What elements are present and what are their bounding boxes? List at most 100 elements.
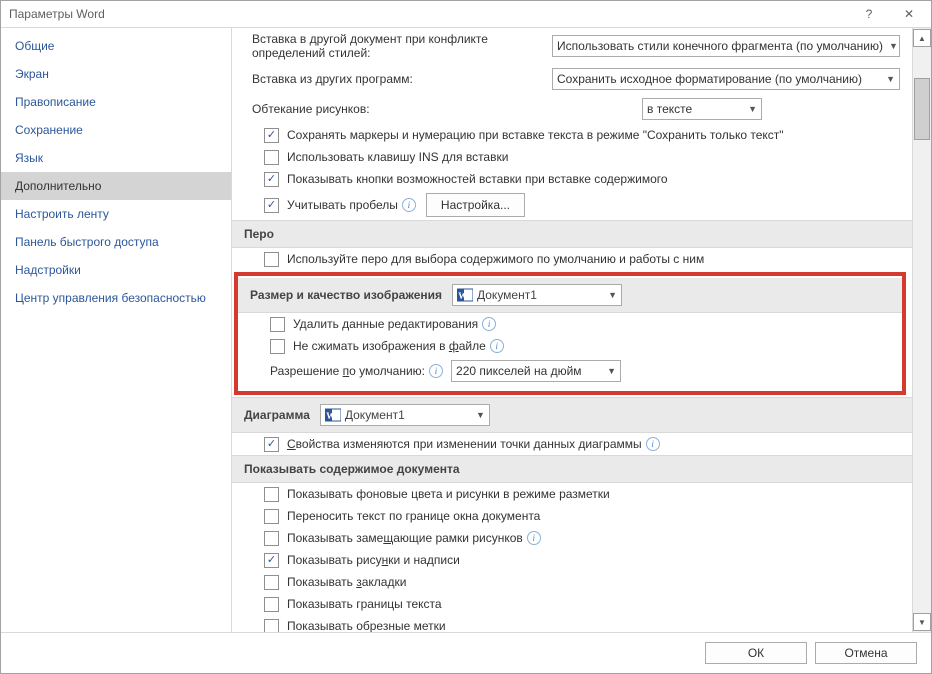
default-res-label: Разрешение по умолчанию: — [270, 363, 425, 379]
bookmarks-row: Показывать закладки — [232, 571, 912, 593]
image-header: Размер и качество изображения W Документ… — [238, 278, 902, 313]
chevron-down-icon: ▼ — [601, 363, 616, 379]
chevron-down-icon: ▼ — [883, 41, 898, 51]
content-wrap: Вставка в другой документ при конфликте … — [232, 28, 931, 632]
chart-doc-value: Документ1 — [345, 408, 405, 422]
paste-buttons-row: Показывать кнопки возможностей вставки п… — [232, 168, 912, 190]
show-bg-checkbox[interactable] — [264, 487, 279, 502]
scroll-down-button[interactable]: ▼ — [913, 613, 931, 631]
drawings-checkbox[interactable] — [264, 553, 279, 568]
cancel-button[interactable]: Отмена — [815, 642, 917, 664]
info-icon: i — [527, 531, 541, 545]
show-header: Показывать содержимое документа — [232, 455, 912, 483]
ins-key-checkbox[interactable] — [264, 150, 279, 165]
scroll-track[interactable] — [914, 48, 930, 612]
image-header-label: Размер и качество изображения — [250, 288, 442, 302]
crop-marks-label: Показывать обрезные метки — [287, 618, 446, 632]
wrap-text-checkbox[interactable] — [264, 509, 279, 524]
paste-other-select[interactable]: Сохранить исходное форматирование (по ум… — [552, 68, 900, 90]
placeholder-checkbox[interactable] — [264, 531, 279, 546]
nav-language[interactable]: Язык — [1, 144, 231, 172]
crop-marks-row: Показывать обрезные метки — [232, 615, 912, 632]
default-res-row: Разрешение по умолчанию: i 220 пикселей … — [238, 357, 902, 385]
pen-header: Перо — [232, 220, 912, 248]
chevron-down-icon: ▼ — [470, 410, 485, 420]
nav-proofing[interactable]: Правописание — [1, 88, 231, 116]
category-nav: Общие Экран Правописание Сохранение Язык… — [1, 28, 232, 632]
paste-conflict-label: Вставка в другой документ при конфликте … — [252, 32, 542, 60]
nav-quick-access[interactable]: Панель быстрого доступа — [1, 228, 231, 256]
default-res-select[interactable]: 220 пикселей на дюйм ▼ — [451, 360, 621, 382]
wrap-select[interactable]: в тексте▼ — [642, 98, 762, 120]
text-bounds-checkbox[interactable] — [264, 597, 279, 612]
show-bg-row: Показывать фоновые цвета и рисунки в реж… — [232, 483, 912, 505]
nav-advanced[interactable]: Дополнительно — [1, 172, 231, 200]
image-doc-select[interactable]: W Документ1▼ — [452, 284, 622, 306]
chevron-down-icon: ▼ — [880, 74, 895, 84]
crop-marks-checkbox[interactable] — [264, 619, 279, 633]
smart-spaces-row: Учитывать пробелы i Настройка... — [232, 190, 912, 220]
paste-other-label: Вставка из других программ: — [252, 72, 542, 86]
pen-select-label: Используйте перо для выбора содержимого … — [287, 251, 704, 267]
help-button[interactable]: ? — [849, 2, 889, 26]
drawings-row: Показывать рисунки и надписи — [232, 549, 912, 571]
bookmarks-checkbox[interactable] — [264, 575, 279, 590]
chevron-down-icon: ▼ — [602, 290, 617, 300]
wrap-label: Обтекание рисунков: — [252, 102, 632, 116]
nav-customize-ribbon[interactable]: Настроить ленту — [1, 200, 231, 228]
titlebar: Параметры Word ? ✕ — [1, 1, 931, 28]
vertical-scrollbar[interactable]: ▲ ▼ — [912, 28, 931, 632]
dialog-footer: ОК Отмена — [1, 632, 931, 673]
keep-bullets-checkbox[interactable] — [264, 128, 279, 143]
svg-text:W: W — [326, 411, 335, 421]
chart-props-label: Свойства изменяются при изменении точки … — [287, 436, 642, 452]
keep-bullets-label: Сохранять маркеры и нумерацию при вставк… — [287, 127, 784, 143]
paste-other-row: Вставка из других программ: Сохранить ис… — [232, 64, 912, 94]
wrap-text-label: Переносить текст по границе окна докумен… — [287, 508, 540, 524]
chart-header: Диаграмма W Документ1 ▼ — [232, 397, 912, 433]
paste-buttons-checkbox[interactable] — [264, 172, 279, 187]
scroll-thumb[interactable] — [914, 78, 930, 140]
nav-save[interactable]: Сохранение — [1, 116, 231, 144]
info-icon: i — [646, 437, 660, 451]
nav-trust-center[interactable]: Центр управления безопасностью — [1, 284, 231, 312]
default-res-value: 220 пикселей на дюйм — [456, 363, 582, 379]
discard-edit-checkbox[interactable] — [270, 317, 285, 332]
paste-conflict-select[interactable]: Использовать стили конечного фрагмента (… — [552, 35, 900, 57]
chart-props-row: Свойства изменяются при изменении точки … — [232, 433, 912, 455]
discard-edit-row: Удалить данные редактирования i — [238, 313, 902, 335]
discard-edit-label: Удалить данные редактирования — [293, 316, 478, 332]
paste-other-value: Сохранить исходное форматирование (по ум… — [557, 72, 862, 86]
no-compress-checkbox[interactable] — [270, 339, 285, 354]
no-compress-row: Не сжимать изображения в файле i — [238, 335, 902, 357]
close-button[interactable]: ✕ — [889, 2, 929, 26]
image-section-highlight: Размер и качество изображения W Документ… — [234, 272, 906, 395]
ok-button[interactable]: ОК — [705, 642, 807, 664]
pen-select-checkbox[interactable] — [264, 252, 279, 267]
chart-header-label: Диаграмма — [244, 408, 310, 422]
nav-general[interactable]: Общие — [1, 32, 231, 60]
bookmarks-label: Показывать закладки — [287, 574, 406, 590]
chevron-down-icon: ▼ — [742, 104, 757, 114]
text-bounds-row: Показывать границы текста — [232, 593, 912, 615]
wrap-row: Обтекание рисунков: в тексте▼ — [232, 94, 912, 124]
scroll-up-button[interactable]: ▲ — [913, 29, 931, 47]
no-compress-label: Не сжимать изображения в файле — [293, 338, 486, 354]
paste-settings-button[interactable]: Настройка... — [426, 193, 525, 217]
keep-bullets-row: Сохранять маркеры и нумерацию при вставк… — [232, 124, 912, 146]
paste-conflict-value: Использовать стили конечного фрагмента (… — [557, 39, 883, 53]
smart-spaces-checkbox[interactable] — [264, 198, 279, 213]
dialog-body: Общие Экран Правописание Сохранение Язык… — [1, 28, 931, 632]
smart-spaces-label: Учитывать пробелы — [287, 197, 398, 213]
nav-addins[interactable]: Надстройки — [1, 256, 231, 284]
chart-doc-select[interactable]: W Документ1 ▼ — [320, 404, 490, 426]
wrap-text-row: Переносить текст по границе окна докумен… — [232, 505, 912, 527]
text-bounds-label: Показывать границы текста — [287, 596, 442, 612]
image-doc-value: Документ1 — [477, 288, 537, 302]
word-doc-icon: W — [325, 408, 341, 422]
drawings-label: Показывать рисунки и надписи — [287, 552, 460, 568]
nav-display[interactable]: Экран — [1, 60, 231, 88]
chart-props-checkbox[interactable] — [264, 437, 279, 452]
word-options-window: Параметры Word ? ✕ Общие Экран Правописа… — [0, 0, 932, 674]
info-icon: i — [490, 339, 504, 353]
